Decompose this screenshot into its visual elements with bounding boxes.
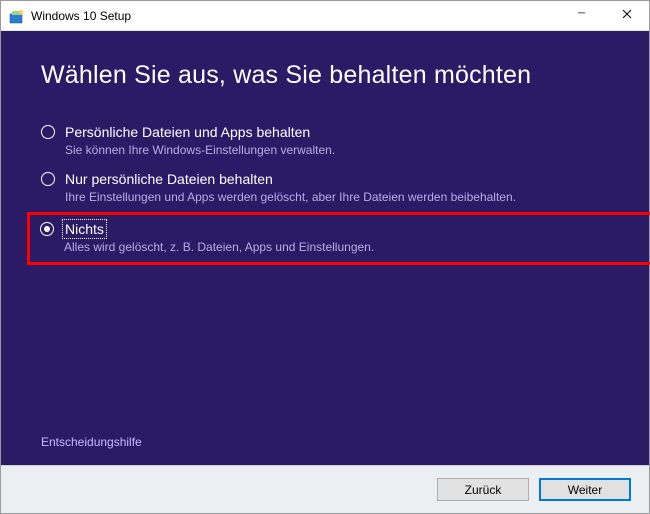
close-icon — [622, 9, 632, 22]
titlebar: Windows 10 Setup ─ — [1, 1, 649, 31]
spacer — [41, 265, 609, 435]
page-heading: Wählen Sie aus, was Sie behalten möchten — [41, 61, 609, 90]
minimize-button[interactable]: ─ — [559, 1, 604, 30]
radio-icon — [41, 172, 55, 186]
option-label: Nur persönliche Dateien behalten — [65, 171, 273, 187]
minimize-icon: ─ — [578, 8, 585, 19]
options-group: Persönliche Dateien und Apps behalten Si… — [41, 118, 609, 265]
option-nothing[interactable]: Nichts Alles wird gelöscht, z. B. Dateie… — [27, 212, 650, 265]
app-icon — [9, 8, 25, 24]
option-description: Ihre Einstellungen und Apps werden gelös… — [65, 190, 609, 204]
footer: Zurück Weiter — [1, 465, 649, 513]
next-button[interactable]: Weiter — [539, 478, 631, 501]
radio-icon — [40, 222, 54, 236]
option-keep-files-apps[interactable]: Persönliche Dateien und Apps behalten Si… — [41, 118, 609, 165]
option-description: Sie können Ihre Windows-Einstellungen ve… — [65, 143, 609, 157]
option-keep-files-only[interactable]: Nur persönliche Dateien behalten Ihre Ei… — [41, 165, 609, 212]
option-description: Alles wird gelöscht, z. B. Dateien, Apps… — [64, 240, 650, 254]
option-label: Persönliche Dateien und Apps behalten — [65, 124, 310, 140]
option-label: Nichts — [64, 221, 105, 237]
back-button[interactable]: Zurück — [437, 478, 529, 501]
setup-window: Windows 10 Setup ─ Wählen Sie aus, was S… — [0, 0, 650, 514]
close-button[interactable] — [604, 1, 649, 30]
radio-icon — [41, 125, 55, 139]
client-area: Wählen Sie aus, was Sie behalten möchten… — [1, 31, 649, 465]
help-link[interactable]: Entscheidungshilfe — [41, 435, 609, 449]
window-title: Windows 10 Setup — [31, 9, 131, 23]
